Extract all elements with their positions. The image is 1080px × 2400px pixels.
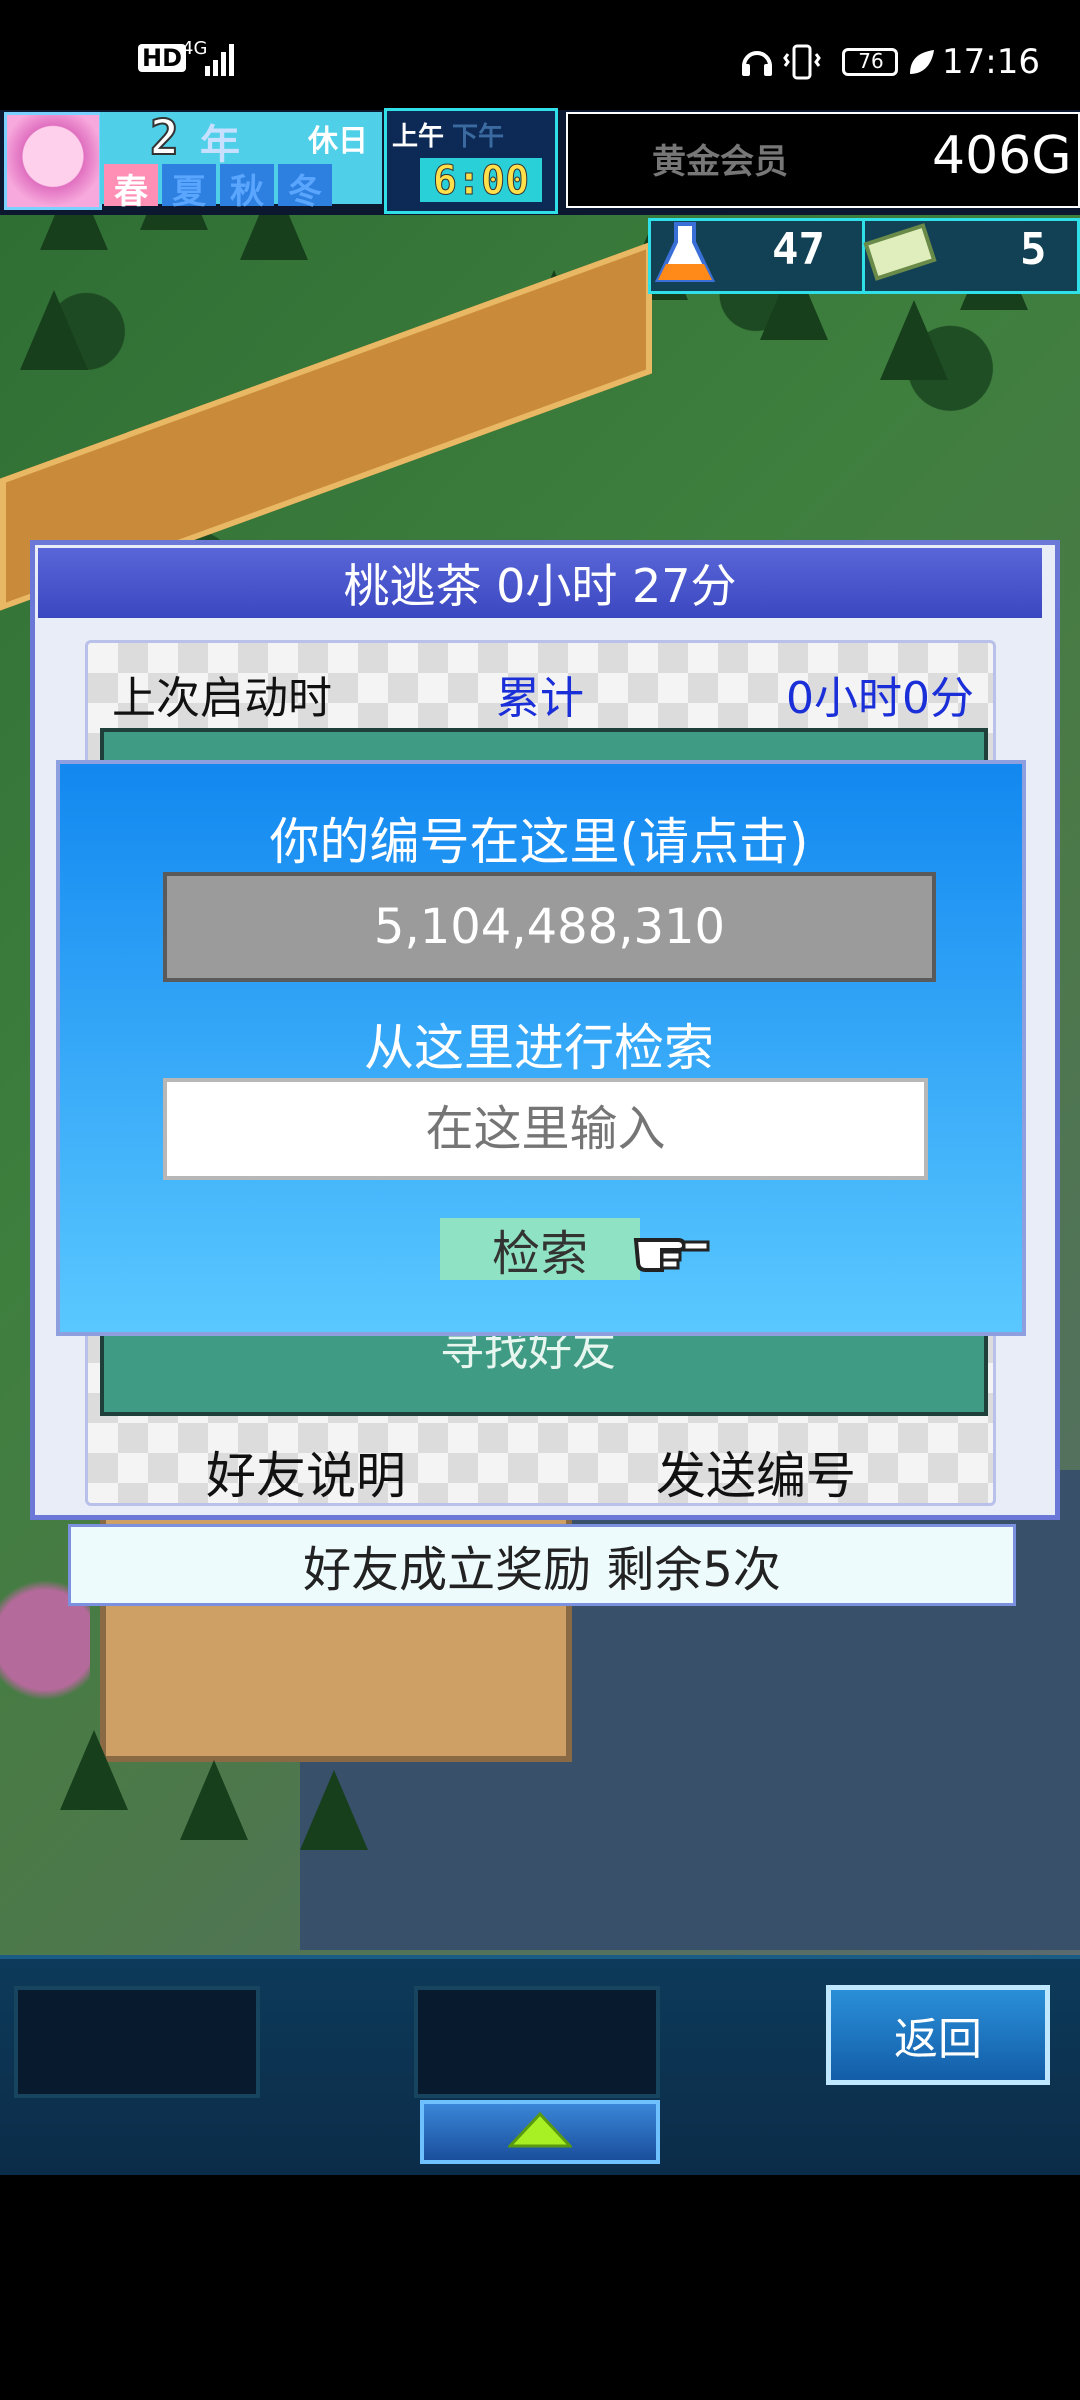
- last-start-label: 上次启动时: [112, 673, 332, 724]
- research-points: 47: [772, 224, 825, 275]
- up-arrow-icon: [506, 2111, 574, 2152]
- vibrate-icon: [782, 44, 822, 84]
- send-id-button[interactable]: 发送编号: [656, 1436, 856, 1508]
- bottom-slot-left[interactable]: [14, 1986, 260, 2098]
- year-number: 2: [149, 109, 180, 167]
- year-unit: 年: [200, 122, 240, 168]
- battery-icon: 76: [842, 48, 898, 76]
- expand-menu-button[interactable]: [420, 2100, 660, 2164]
- leaf-icon: [906, 48, 936, 82]
- flask-icon: [652, 218, 718, 292]
- your-id-label: 你的编号在这里(请点击): [269, 813, 809, 871]
- season-spring: 春: [104, 164, 158, 212]
- friend-info-button[interactable]: 好友说明: [206, 1436, 406, 1508]
- search-button[interactable]: 检索: [440, 1218, 640, 1282]
- gold-amount: 406G: [932, 126, 1072, 186]
- total-value: 0小时0分: [786, 673, 974, 724]
- dialog-title: 桃逃茶 0小时 27分: [38, 548, 1042, 618]
- holiday-label: 休日: [308, 124, 368, 159]
- status-bar: HD 4G 76 17:16: [0, 0, 1080, 110]
- member-status: 黄金会员: [652, 142, 788, 182]
- friend-reward-banner: 好友成立奖励 剩余5次: [68, 1524, 1016, 1606]
- hd-indicator: HD: [138, 44, 187, 72]
- ticket-icon: [862, 220, 942, 290]
- ticket-count: 5: [1020, 224, 1047, 275]
- avatar[interactable]: [4, 112, 102, 210]
- total-label: 累计: [496, 673, 584, 724]
- network-type: 4G: [182, 38, 208, 59]
- pointing-hand-icon: [632, 1218, 712, 1278]
- season-autumn: 秋: [220, 164, 274, 212]
- am-label: 上午: [392, 122, 445, 152]
- clock-time: 17:16: [942, 42, 1040, 82]
- season-summer: 夏: [162, 164, 216, 212]
- search-input[interactable]: [163, 1078, 928, 1180]
- your-id-value[interactable]: 5,104,488,310: [163, 872, 936, 982]
- system-nav-area: [0, 2175, 1080, 2400]
- battery-level: 76: [858, 49, 884, 73]
- headphones-icon: [740, 46, 774, 82]
- pm-label: 下午: [452, 122, 505, 152]
- season-winter: 冬: [278, 164, 332, 212]
- back-button[interactable]: 返回: [826, 1985, 1050, 2085]
- bottom-slot-center[interactable]: [414, 1986, 660, 2098]
- search-label: 从这里进行检索: [364, 1019, 714, 1077]
- signal-icon: [205, 42, 235, 80]
- game-clock: 6:00: [420, 158, 542, 205]
